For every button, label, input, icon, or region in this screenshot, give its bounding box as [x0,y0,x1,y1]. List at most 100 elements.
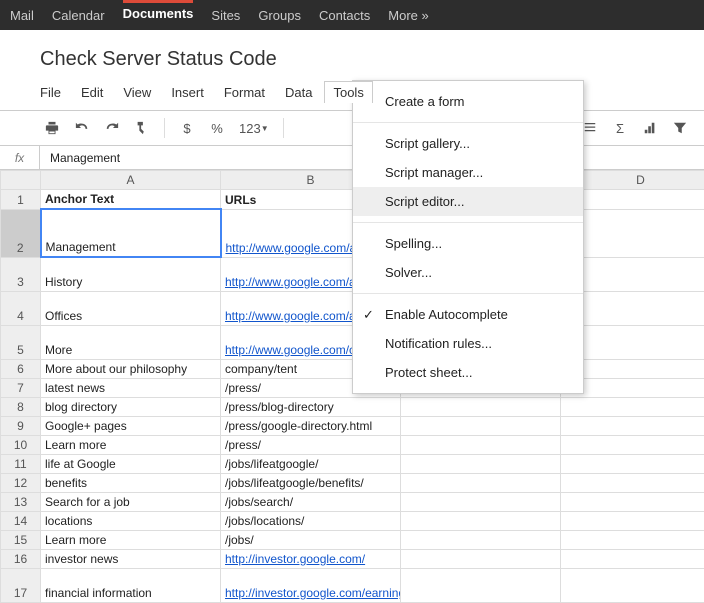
cell[interactable]: http://investor.google.com/ [221,549,401,568]
topnav-sites[interactable]: Sites [211,2,240,29]
cell[interactable]: /jobs/ [221,530,401,549]
cell[interactable]: Google+ pages [41,416,221,435]
cell[interactable]: Offices [41,291,221,325]
row-header[interactable]: 11 [1,454,41,473]
cell[interactable] [401,416,561,435]
row-header[interactable]: 7 [1,378,41,397]
cell[interactable]: History [41,257,221,291]
cell[interactable]: /jobs/locations/ [221,511,401,530]
cell[interactable]: /press/google-directory.html [221,416,401,435]
filter-icon[interactable] [668,116,692,140]
cell[interactable]: /jobs/lifeatgoogle/benefits/ [221,473,401,492]
row-header[interactable]: 8 [1,397,41,416]
row-header[interactable]: 15 [1,530,41,549]
cell[interactable] [561,530,704,549]
paint-format-icon[interactable] [130,116,154,140]
print-icon[interactable] [40,116,64,140]
cell[interactable] [401,435,561,454]
fx-value[interactable]: Management [40,151,120,165]
menu-data[interactable]: Data [285,85,312,102]
number-format-button[interactable]: 123 ▼ [235,116,273,140]
cell[interactable]: /jobs/lifeatgoogle/ [221,454,401,473]
row-header[interactable]: 1 [1,190,41,210]
cell[interactable]: latest news [41,378,221,397]
topnav-mail[interactable]: Mail [10,2,34,29]
row-header[interactable]: 6 [1,359,41,378]
menu-edit[interactable]: Edit [81,85,103,102]
cell[interactable] [401,492,561,511]
menu-item-protect-sheet[interactable]: Protect sheet... [353,358,583,387]
cell[interactable] [561,454,704,473]
redo-icon[interactable] [100,116,124,140]
topnav-groups[interactable]: Groups [258,2,301,29]
row-header[interactable]: 2 [1,209,41,257]
cell[interactable]: blog directory [41,397,221,416]
corner-cell[interactable] [1,171,41,190]
row-header[interactable]: 13 [1,492,41,511]
document-title[interactable]: Check Server Status Code [40,48,704,71]
menu-view[interactable]: View [123,85,151,102]
cell[interactable]: locations [41,511,221,530]
menu-item-notification-rules[interactable]: Notification rules... [353,329,583,358]
cell[interactable] [561,492,704,511]
topnav-more[interactable]: More » [388,2,428,29]
cell[interactable]: /jobs/search/ [221,492,401,511]
cell[interactable]: Anchor Text [41,190,221,210]
menu-item-spelling[interactable]: Spelling... [353,229,583,258]
cell[interactable]: Management [41,209,221,257]
menu-item-script-gallery[interactable]: Script gallery... [353,129,583,158]
cell[interactable] [401,397,561,416]
cell[interactable] [561,397,704,416]
cell[interactable] [401,454,561,473]
row-header[interactable]: 16 [1,549,41,568]
menu-item-solver[interactable]: Solver... [353,258,583,287]
menu-tools[interactable]: Tools [324,81,372,103]
cell[interactable]: Search for a job [41,492,221,511]
cell[interactable]: benefits [41,473,221,492]
cell[interactable]: /press/ [221,435,401,454]
topnav-contacts[interactable]: Contacts [319,2,370,29]
cell[interactable] [401,549,561,568]
cell[interactable]: financial information [41,568,221,602]
row-header[interactable]: 12 [1,473,41,492]
menu-item-script-manager[interactable]: Script manager... [353,158,583,187]
cell[interactable] [561,549,704,568]
row-header[interactable]: 10 [1,435,41,454]
row-header[interactable]: 14 [1,511,41,530]
topnav-documents[interactable]: Documents [123,0,194,27]
topnav-calendar[interactable]: Calendar [52,2,105,29]
menu-insert[interactable]: Insert [171,85,204,102]
chart-icon[interactable] [638,116,662,140]
cell[interactable]: /press/blog-directory [221,397,401,416]
row-header[interactable]: 17 [1,568,41,602]
row-header[interactable]: 4 [1,291,41,325]
cell[interactable] [561,473,704,492]
menu-item-create-a-form[interactable]: Create a form [353,87,583,116]
cell[interactable]: http://investor.google.com/earnings.html [221,568,401,602]
row-header[interactable]: 3 [1,257,41,291]
row-header[interactable]: 5 [1,325,41,359]
sigma-icon[interactable]: Σ [608,116,632,140]
cell[interactable] [561,416,704,435]
cell[interactable]: More [41,325,221,359]
undo-icon[interactable] [70,116,94,140]
menu-item-enable-autocomplete[interactable]: ✓Enable Autocomplete [353,300,583,329]
cell[interactable] [561,511,704,530]
cell[interactable] [401,530,561,549]
cell[interactable] [401,511,561,530]
cell[interactable] [401,568,561,602]
menu-file[interactable]: File [40,85,61,102]
cell[interactable] [561,435,704,454]
row-header[interactable]: 9 [1,416,41,435]
currency-button[interactable]: $ [175,116,199,140]
cell[interactable] [561,568,704,602]
cell[interactable]: Learn more [41,435,221,454]
cell[interactable]: Learn more [41,530,221,549]
cell[interactable]: life at Google [41,454,221,473]
cell[interactable] [401,473,561,492]
column-header-A[interactable]: A [41,171,221,190]
menu-item-script-editor[interactable]: Script editor... [353,187,583,216]
cell[interactable]: More about our philosophy [41,359,221,378]
cell[interactable]: investor news [41,549,221,568]
percent-button[interactable]: % [205,116,229,140]
